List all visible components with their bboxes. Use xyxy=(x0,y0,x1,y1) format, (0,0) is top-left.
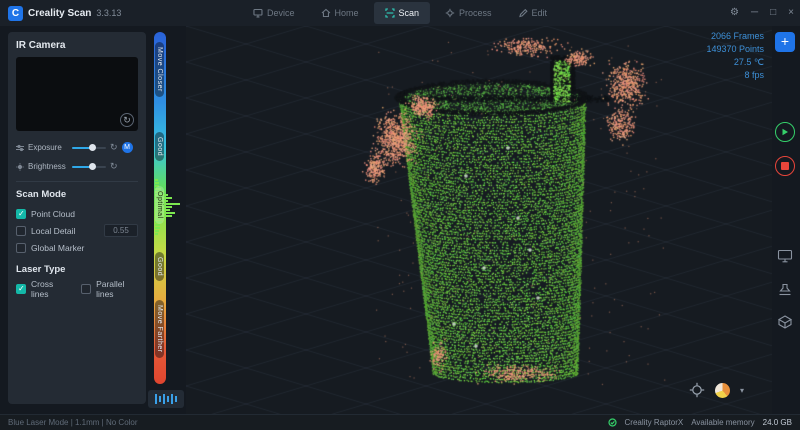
camera-refresh-button[interactable]: ↻ xyxy=(120,113,134,127)
main-nav: Device Home Scan Process Edit xyxy=(242,0,558,26)
brand: C Creality Scan 3.3.13 xyxy=(0,5,122,21)
exposure-auto-badge[interactable]: M xyxy=(121,142,133,153)
statusbar: Blue Laser Mode | 1.1mm | No Color Creal… xyxy=(0,414,800,430)
brightness-slider[interactable] xyxy=(72,163,106,170)
option-local-detail[interactable]: Local Detail 0.55 xyxy=(16,222,138,239)
preview-window-button[interactable] xyxy=(777,248,793,264)
stat-frames: 2066 Frames xyxy=(710,31,764,41)
local-detail-checkbox[interactable] xyxy=(16,225,26,236)
scan-viewport[interactable]: 2066 Frames 149370 Points 27.5 ℃ 8 fps ▾ xyxy=(186,26,772,414)
edit-icon xyxy=(518,8,528,18)
app-logo-icon: C xyxy=(8,5,23,21)
minimize-button[interactable]: ─ xyxy=(751,8,758,18)
tab-label: Device xyxy=(266,8,295,18)
stat-fps: 8 fps xyxy=(744,70,764,80)
laser-type-title: Laser Type xyxy=(16,264,66,275)
stat-temperature: 27.5 ℃ xyxy=(733,57,764,67)
exposure-row: Exposure ↻ M xyxy=(16,140,138,155)
gauge-zone-move-farther: Move Farther xyxy=(155,300,164,358)
play-icon xyxy=(782,128,788,136)
option-label: Point Cloud xyxy=(31,208,75,219)
ir-camera-title: IR Camera xyxy=(16,40,66,51)
device-connected-icon xyxy=(607,418,617,427)
crosshair-icon xyxy=(689,382,705,398)
app-title: Creality Scan xyxy=(28,7,92,19)
option-global-marker[interactable]: Global Marker xyxy=(16,239,138,256)
stamp-icon xyxy=(779,283,791,296)
point-cloud-canvas[interactable] xyxy=(186,26,772,414)
local-detail-value-input[interactable]: 0.55 xyxy=(104,224,138,237)
device-name: Creality RaptorX xyxy=(624,418,684,427)
statusbar-right: Creality RaptorX Available memory 24.0 G… xyxy=(607,418,800,427)
laser-type-row: Cross lines Parallel lines xyxy=(16,278,138,299)
brightness-label: Brightness xyxy=(28,162,66,171)
tab-label: Home xyxy=(334,8,359,18)
tab-home[interactable]: Home xyxy=(309,0,369,26)
point-cloud-checkbox[interactable] xyxy=(16,208,26,219)
camera-settings-panel: IR Camera ↻ Exposure ↻ M Brightness ↻ Sc… xyxy=(8,32,146,404)
color-mode-dropdown-caret[interactable]: ▾ xyxy=(740,386,744,395)
tab-edit[interactable]: Edit xyxy=(507,0,559,26)
ir-camera-preview: ↻ xyxy=(16,57,138,131)
tab-process[interactable]: Process xyxy=(434,0,503,26)
distance-gauge: Move Closer Good Optimal Good Move Farth… xyxy=(150,32,184,384)
titlebar: C Creality Scan 3.3.13 Device Home Scan … xyxy=(0,0,800,26)
available-memory-label: Available memory xyxy=(691,418,755,427)
cube-icon xyxy=(777,315,793,329)
recenter-view-button[interactable] xyxy=(689,382,705,398)
gauge-zone-good-lower: Good xyxy=(155,252,164,282)
exposure-slider[interactable] xyxy=(72,144,106,151)
tab-label: Process xyxy=(459,8,492,18)
divider xyxy=(16,181,138,182)
cross-lines-checkbox[interactable] xyxy=(16,283,26,294)
start-scan-button[interactable] xyxy=(775,122,795,142)
laser-mode-status: Blue Laser Mode | 1.1mm | No Color xyxy=(8,418,138,427)
global-marker-checkbox[interactable] xyxy=(16,242,26,253)
window-controls: ⚙ ─ □ × xyxy=(730,0,794,26)
marker-tool-button[interactable] xyxy=(777,282,793,298)
option-label: Cross lines xyxy=(31,278,54,299)
scan-stats: 2066 Frames 149370 Points 27.5 ℃ 8 fps xyxy=(706,30,764,82)
scan-mode-title: Scan Mode xyxy=(16,189,67,200)
device-icon xyxy=(253,8,263,18)
new-scan-button[interactable]: + xyxy=(775,32,795,52)
viewport-controls: ▾ xyxy=(689,382,744,398)
stop-scan-button[interactable] xyxy=(775,156,795,176)
settings-gear-icon[interactable]: ⚙ xyxy=(730,8,739,18)
available-memory-value: 24.0 GB xyxy=(762,418,792,427)
tab-label: Edit xyxy=(531,8,548,18)
color-mode-button[interactable] xyxy=(714,382,730,398)
option-label: Local Detail xyxy=(31,225,76,236)
close-button[interactable]: × xyxy=(788,8,794,18)
stat-points: 149370 Points xyxy=(706,44,764,54)
scan-icon xyxy=(384,8,395,18)
gauge-zone-optimal: Optimal xyxy=(155,186,164,224)
exposure-label: Exposure xyxy=(28,143,62,152)
tab-scan[interactable]: Scan xyxy=(373,2,431,24)
exposure-reset-icon[interactable]: ↻ xyxy=(110,143,118,152)
gauge-zone-good-upper: Good xyxy=(155,132,164,162)
tab-label: Scan xyxy=(398,8,420,18)
app-version: 3.3.13 xyxy=(96,8,122,18)
option-point-cloud[interactable]: Point Cloud xyxy=(16,205,138,222)
monitor-icon xyxy=(777,249,793,263)
home-icon xyxy=(321,8,330,18)
exposure-icon xyxy=(16,144,24,151)
maximize-button[interactable]: □ xyxy=(770,8,776,18)
tab-device[interactable]: Device xyxy=(242,0,306,26)
parallel-lines-checkbox[interactable] xyxy=(81,283,92,294)
orientation-tool-button[interactable] xyxy=(777,314,793,330)
brightness-reset-icon[interactable]: ↻ xyxy=(110,162,118,171)
right-toolbar: + xyxy=(770,26,800,414)
brightness-icon xyxy=(16,162,24,171)
stop-icon xyxy=(781,162,789,170)
process-icon xyxy=(445,8,455,18)
gauge-zone-move-closer: Move Closer xyxy=(155,42,164,97)
brightness-row: Brightness ↻ xyxy=(16,159,138,174)
creality-scan-window: C Creality Scan 3.3.13 Device Home Scan … xyxy=(0,0,800,430)
ruler-button[interactable] xyxy=(148,390,184,408)
option-label: Parallel lines xyxy=(96,278,125,299)
option-label: Global Marker xyxy=(31,242,85,253)
